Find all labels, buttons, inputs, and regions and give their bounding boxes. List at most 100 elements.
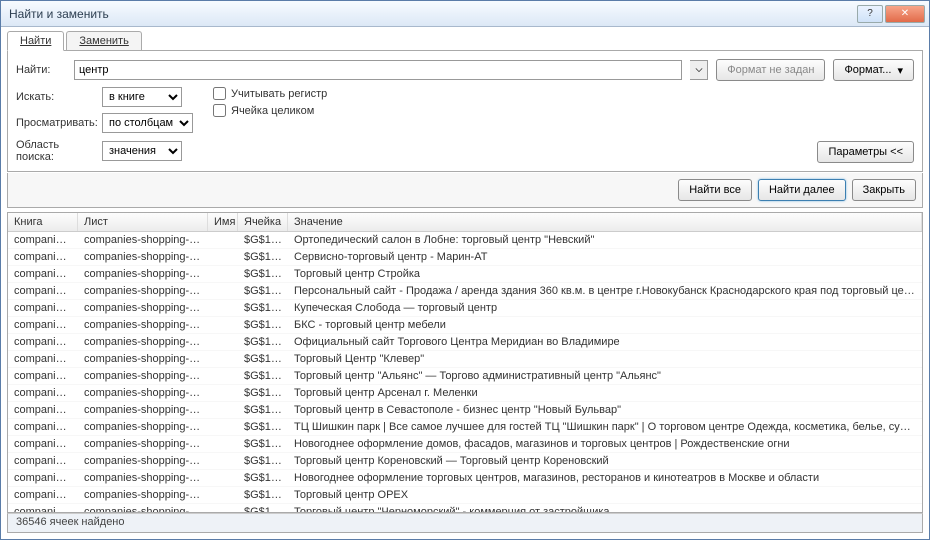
table-row[interactable]: companies.xlsxcompanies-shopping-center $… — [8, 232, 922, 249]
col-name-header[interactable]: Имя — [208, 213, 238, 231]
look-by-select[interactable]: по столбцам — [102, 113, 193, 133]
cell-ref: $G$1424 — [238, 369, 288, 383]
cell-book: companies.xlsx — [8, 335, 78, 349]
table-row[interactable]: companies.xlsxcompanies-shopping-center$… — [8, 249, 922, 266]
cell-book: companies.xlsx — [8, 505, 78, 513]
col-sheet-header[interactable]: Лист — [78, 213, 208, 231]
cell-sheet: companies-shopping-center — [78, 267, 208, 281]
cell-value: Купеческая Слобода — торговый центр — [288, 301, 922, 315]
close-icon: ✕ — [901, 8, 909, 19]
cell-book: companies.xlsx — [8, 233, 78, 247]
match-case-checkbox[interactable]: Учитывать регистр — [213, 87, 327, 100]
table-row[interactable]: companies.xlsxcompanies-shopping-center$… — [8, 453, 922, 470]
table-row[interactable]: companies.xlsxcompanies-shopping-center$… — [8, 300, 922, 317]
cell-ref: $G$1416 — [238, 233, 288, 247]
find-dropdown-button[interactable] — [690, 60, 708, 80]
cell-value: Торговый центр "Черноморский" - коммерци… — [288, 505, 922, 513]
results-table[interactable]: Книга Лист Имя Ячейка Значение companies… — [7, 212, 923, 513]
table-row[interactable]: companies.xlsxcompanies-shopping-center $… — [8, 402, 922, 419]
cell-value: ТЦ Шишкин парк | Все самое лучшее для го… — [288, 420, 922, 434]
cell-name — [208, 454, 238, 468]
cell-book: companies.xlsx — [8, 403, 78, 417]
table-row[interactable]: companies.xlsxcompanies-shopping-center$… — [8, 368, 922, 385]
tab-replace[interactable]: Заменить — [66, 31, 141, 51]
cell-ref: $G$1420 — [238, 301, 288, 315]
table-row[interactable]: companies.xlsxcompanies-shopping-center$… — [8, 351, 922, 368]
cell-value: Торговый центр "Альянс" — Торгово админи… — [288, 369, 922, 383]
table-row[interactable]: companies.xlsxcompanies-shopping-center$… — [8, 334, 922, 351]
col-value-header[interactable]: Значение — [288, 213, 922, 231]
cell-sheet: companies-shopping-center — [78, 352, 208, 366]
look-by-label: Просматривать: — [16, 117, 94, 129]
cell-ref: $G$1422 — [238, 335, 288, 349]
cell-book: companies.xlsx — [8, 250, 78, 264]
close-button[interactable]: Закрыть — [852, 179, 916, 201]
window-close-button[interactable]: ✕ — [885, 5, 925, 23]
results-header-row: Книга Лист Имя Ячейка Значение — [8, 213, 922, 232]
cell-ref: $G$1432 — [238, 454, 288, 468]
find-input[interactable] — [74, 60, 682, 80]
cell-name — [208, 250, 238, 264]
cell-name — [208, 386, 238, 400]
table-row[interactable]: companies.xlsxcompanies-shopping-center$… — [8, 487, 922, 504]
look-in-label: Область поиска: — [16, 139, 94, 163]
parameters-button[interactable]: Параметры << — [817, 141, 914, 163]
table-row[interactable]: companies.xlsxcompanies-shopping-center$… — [8, 419, 922, 436]
titlebar[interactable]: Найти и заменить ? ✕ — [1, 1, 929, 27]
cell-ref: $G$1426 — [238, 403, 288, 417]
cell-value: БКС - торговый центр мебели — [288, 318, 922, 332]
table-row[interactable]: companies.xlsxcompanies-shopping-center $… — [8, 470, 922, 487]
cell-value: Торговый Центр "Клевер" — [288, 352, 922, 366]
help-icon: ? — [867, 8, 873, 19]
cell-value: Сервисно-торговый центр - Марин-АТ — [288, 250, 922, 264]
cell-name — [208, 335, 238, 349]
table-row[interactable]: companies.xlsxcompanies-shopping-center $… — [8, 504, 922, 513]
cell-name — [208, 318, 238, 332]
cell-name — [208, 301, 238, 315]
cell-ref: $G$1419 — [238, 284, 288, 298]
cell-book: companies.xlsx — [8, 267, 78, 281]
table-row[interactable]: companies.xlsxcompanies-shopping-center$… — [8, 283, 922, 300]
cell-sheet: companies-shopping-center — [78, 403, 208, 417]
col-book-header[interactable]: Книга — [8, 213, 78, 231]
cell-name — [208, 420, 238, 434]
cell-book: companies.xlsx — [8, 369, 78, 383]
cell-sheet: companies-shopping-center — [78, 420, 208, 434]
cell-sheet: companies-shopping-center — [78, 233, 208, 247]
cell-sheet: companies-shopping-center — [78, 437, 208, 451]
find-label: Найти: — [16, 64, 66, 76]
search-in-select[interactable]: в книге — [102, 87, 182, 107]
table-row[interactable]: companies.xlsxcompanies-shopping-center$… — [8, 436, 922, 453]
cell-sheet: companies-shopping-center — [78, 505, 208, 513]
format-button[interactable]: Формат... ▾ — [833, 59, 914, 81]
cell-book: companies.xlsx — [8, 471, 78, 485]
find-next-button[interactable]: Найти далее — [758, 179, 846, 201]
cell-ref: $G$1418 — [238, 267, 288, 281]
cell-name — [208, 352, 238, 366]
help-button[interactable]: ? — [857, 5, 883, 23]
cell-ref: $G$1435 — [238, 505, 288, 513]
col-cell-header[interactable]: Ячейка — [238, 213, 288, 231]
cell-value: Новогоднее оформление торговых центров, … — [288, 471, 922, 485]
table-row[interactable]: companies.xlsxcompanies-shopping-center $… — [8, 266, 922, 283]
look-in-select[interactable]: значения — [102, 141, 182, 161]
cell-book: companies.xlsx — [8, 352, 78, 366]
cell-book: companies.xlsx — [8, 437, 78, 451]
cell-book: companies.xlsx — [8, 318, 78, 332]
find-all-button[interactable]: Найти все — [678, 179, 752, 201]
cell-ref: $G$1429 — [238, 420, 288, 434]
cell-sheet: companies-shopping-center — [78, 488, 208, 502]
cell-value: Официальный сайт Торгового Центра Мериди… — [288, 335, 922, 349]
cell-name — [208, 233, 238, 247]
find-replace-dialog: Найти и заменить ? ✕ Найти Заменить Найт… — [0, 0, 930, 540]
table-row[interactable]: companies.xlsxcompanies-shopping-center$… — [8, 317, 922, 334]
cell-sheet: companies-shopping-center — [78, 301, 208, 315]
cell-sheet: companies-shopping-center — [78, 284, 208, 298]
table-row[interactable]: companies.xlsxcompanies-shopping-center$… — [8, 385, 922, 402]
whole-cell-checkbox[interactable]: Ячейка целиком — [213, 104, 327, 117]
cell-ref: $G$1433 — [238, 471, 288, 485]
cell-sheet: companies-shopping-center — [78, 471, 208, 485]
cell-sheet: companies-shopping-center — [78, 250, 208, 264]
tab-find[interactable]: Найти — [7, 31, 64, 51]
cell-ref: $G$1425 — [238, 386, 288, 400]
